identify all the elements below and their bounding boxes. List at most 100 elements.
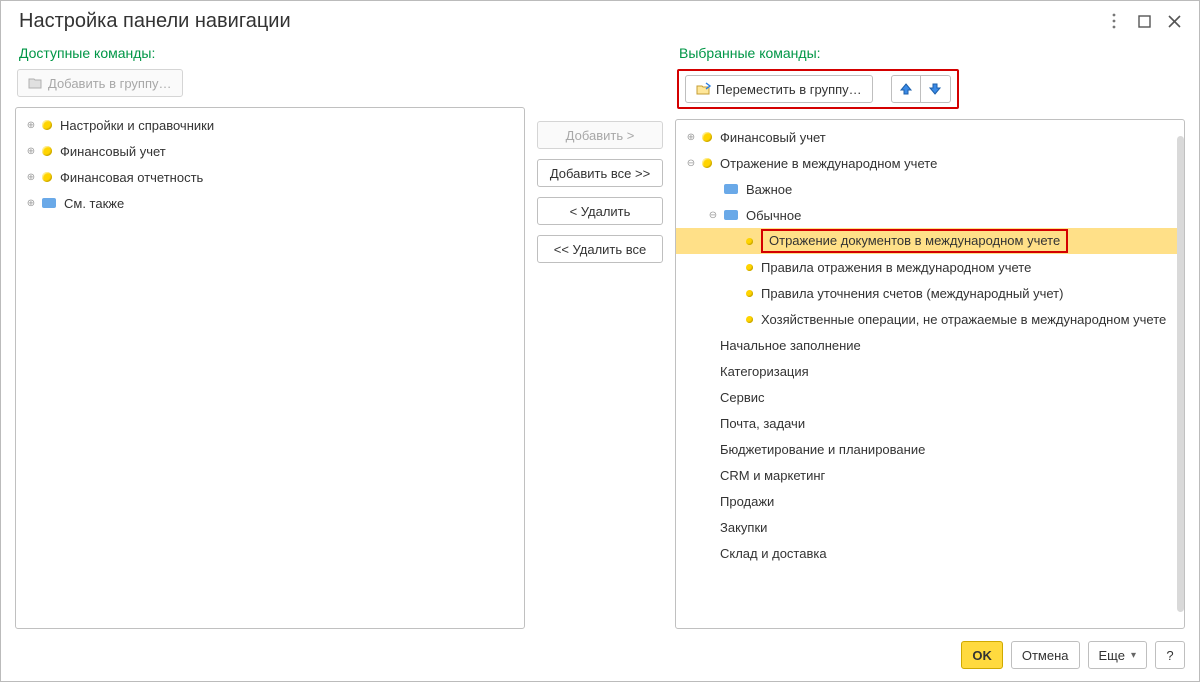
tree-item-label: Продажи — [720, 494, 774, 509]
arrow-down-icon — [928, 82, 942, 96]
move-to-group-button[interactable]: Переместить в группу… — [685, 75, 873, 103]
cancel-label: Отмена — [1022, 648, 1069, 663]
tree-item[interactable]: · Продажи — [676, 488, 1184, 514]
tree-item-label: Правила уточнения счетов (международный … — [761, 286, 1063, 301]
tree-item[interactable]: ⊕ См. также — [16, 190, 524, 216]
transfer-buttons: Добавить > Добавить все >> < Удалить << … — [535, 41, 665, 629]
selected-tree[interactable]: ⊕ Финансовый учет ⊖ Отражение в междунар… — [675, 119, 1185, 629]
add-button[interactable]: Добавить > — [537, 121, 663, 149]
tree-item[interactable]: ⊕ Финансовый учет — [676, 124, 1184, 150]
available-label: Доступные команды: — [19, 45, 525, 61]
tree-item[interactable]: ⊖ Отражение в международном учете — [676, 150, 1184, 176]
ok-button[interactable]: OK — [961, 641, 1003, 669]
tree-item-label: Настройки и справочники — [60, 118, 214, 133]
tree-item-label: Важное — [746, 182, 792, 197]
badge-icon — [724, 184, 738, 194]
title-bar: Настройка панели навигации — [1, 1, 1199, 41]
chevron-down-icon: ▾ — [1131, 650, 1136, 661]
tree-item-label: Финансовый учет — [720, 130, 826, 145]
available-tree[interactable]: ⊕ Настройки и справочники ⊕ Финансовый у… — [15, 107, 525, 629]
tree-item-label: Обычное — [746, 208, 801, 223]
tree-item-label: Закупки — [720, 520, 767, 535]
help-label: ? — [1166, 648, 1173, 663]
tree-item[interactable]: · Сервис — [676, 384, 1184, 410]
item-icon — [746, 316, 753, 323]
add-all-button[interactable]: Добавить все >> — [537, 159, 663, 187]
tree-item-label: Категоризация — [720, 364, 809, 379]
tree-item-label: Финансовый учет — [60, 144, 166, 159]
tree-item[interactable]: ⊕ Финансовый учет — [16, 138, 524, 164]
tree-item[interactable]: · Правила отражения в международном учет… — [676, 254, 1184, 280]
tree-item[interactable]: · Начальное заполнение — [676, 332, 1184, 358]
remove-button[interactable]: < Удалить — [537, 197, 663, 225]
item-icon — [746, 290, 753, 297]
selected-toolbar: Переместить в группу… — [677, 69, 1185, 109]
tree-item-label: Правила отражения в международном учете — [761, 260, 1031, 275]
folder-icon — [42, 120, 52, 130]
folder-move-icon — [696, 82, 710, 96]
folder-flag-icon — [28, 76, 42, 90]
tree-item[interactable]: · Закупки — [676, 514, 1184, 540]
tree-item[interactable]: ⊕ Финансовая отчетность — [16, 164, 524, 190]
tree-item-label: Финансовая отчетность — [60, 170, 203, 185]
item-icon — [746, 238, 753, 245]
tree-item-label: CRM и маркетинг — [720, 468, 825, 483]
dialog-window: Настройка панели навигации Доступные ком… — [0, 0, 1200, 682]
cancel-button[interactable]: Отмена — [1011, 641, 1080, 669]
add-label: Добавить > — [566, 128, 635, 143]
expand-icon[interactable]: ⊕ — [684, 132, 698, 143]
tree-item-label: Отражение в международном учете — [720, 156, 937, 171]
remove-all-label: << Удалить все — [554, 242, 647, 257]
tree-item[interactable]: · Почта, задачи — [676, 410, 1184, 436]
tree-item-label: Хозяйственные операции, не отражаемые в … — [761, 312, 1166, 327]
available-toolbar: Добавить в группу… — [17, 69, 525, 97]
available-panel: Доступные команды: Добавить в группу… ⊕ … — [15, 41, 525, 629]
tree-item[interactable]: · Категоризация — [676, 358, 1184, 384]
collapse-icon[interactable]: ⊖ — [684, 158, 698, 169]
tree-item-label: Начальное заполнение — [720, 338, 861, 353]
main-content: Доступные команды: Добавить в группу… ⊕ … — [1, 41, 1199, 629]
arrow-up-icon — [899, 82, 913, 96]
close-icon[interactable] — [1161, 8, 1187, 34]
tree-item[interactable]: · Хозяйственные операции, не отражаемые … — [676, 306, 1184, 332]
tree-item-label: См. также — [64, 196, 124, 211]
move-up-button[interactable] — [891, 75, 921, 103]
tree-item[interactable]: · Правила уточнения счетов (международны… — [676, 280, 1184, 306]
add-to-group-button[interactable]: Добавить в группу… — [17, 69, 183, 97]
item-icon — [746, 264, 753, 271]
tree-item-label: Склад и доставка — [720, 546, 827, 561]
add-to-group-label: Добавить в группу… — [48, 76, 172, 91]
tree-item-selected[interactable]: · Отражение документов в международном у… — [676, 228, 1184, 254]
tree-item[interactable]: ⊕ Настройки и справочники — [16, 112, 524, 138]
selected-panel: Выбранные команды: Переместить в группу… — [675, 41, 1185, 629]
reorder-buttons — [891, 75, 951, 103]
badge-icon — [724, 210, 738, 220]
tree-item[interactable]: · CRM и маркетинг — [676, 462, 1184, 488]
tree-item[interactable]: · Важное — [676, 176, 1184, 202]
window-title: Настройка панели навигации — [19, 10, 1097, 33]
remove-all-button[interactable]: << Удалить все — [537, 235, 663, 263]
maximize-icon[interactable] — [1131, 8, 1157, 34]
more-label: Еще — [1099, 648, 1125, 663]
expand-icon[interactable]: ⊕ — [24, 120, 38, 131]
expand-icon[interactable]: ⊕ — [24, 146, 38, 157]
add-all-label: Добавить все >> — [550, 166, 650, 181]
tree-item[interactable]: · Склад и доставка — [676, 540, 1184, 566]
scrollbar[interactable] — [1177, 136, 1184, 612]
move-down-button[interactable] — [921, 75, 951, 103]
expand-icon[interactable]: ⊕ — [24, 198, 38, 209]
tree-item[interactable]: · Бюджетирование и планирование — [676, 436, 1184, 462]
move-to-group-label: Переместить в группу… — [716, 82, 862, 97]
tree-item-label: Бюджетирование и планирование — [720, 442, 925, 457]
collapse-icon[interactable]: ⊖ — [706, 210, 720, 221]
menu-icon[interactable] — [1101, 8, 1127, 34]
more-button[interactable]: Еще ▾ — [1088, 641, 1147, 669]
dialog-footer: OK Отмена Еще ▾ ? — [1, 629, 1199, 681]
folder-icon — [42, 146, 52, 156]
expand-icon[interactable]: ⊕ — [24, 172, 38, 183]
tree-item[interactable]: ⊖ Обычное — [676, 202, 1184, 228]
selected-label: Выбранные команды: — [679, 45, 1185, 61]
folder-icon — [702, 132, 712, 142]
help-button[interactable]: ? — [1155, 641, 1185, 669]
highlight-box: Переместить в группу… — [677, 69, 959, 109]
